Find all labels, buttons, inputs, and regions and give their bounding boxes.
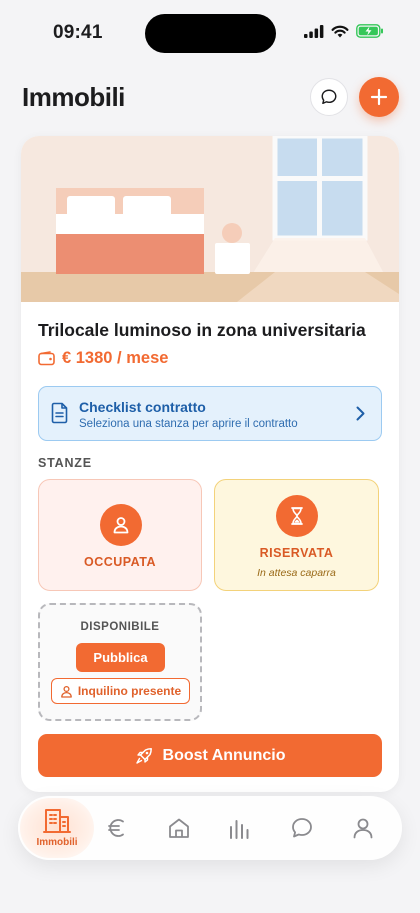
listing-title: Trilocale luminoso in zona universitaria	[38, 320, 366, 340]
tab-finance[interactable]	[96, 796, 138, 860]
tenant-present-button[interactable]: Inquilino presente	[51, 678, 190, 704]
publish-button[interactable]: Pubblica	[76, 643, 165, 672]
tenant-present-label: Inquilino presente	[77, 684, 182, 698]
wifi-icon	[331, 25, 349, 37]
room-card-occupied[interactable]: OCCUPATA	[38, 479, 202, 591]
dynamic-island	[145, 14, 276, 53]
room-card-available[interactable]: DISPONIBILE Pubblica Inquilino presente	[38, 603, 202, 721]
euro-icon	[108, 819, 124, 837]
status-bar: 09:41	[0, 0, 420, 66]
tab-bar: Immobili	[18, 796, 402, 860]
bar-chart-icon	[230, 820, 249, 839]
document-icon	[51, 402, 68, 424]
status-icons	[304, 24, 384, 38]
tab-immobili[interactable]: Immobili	[20, 796, 94, 860]
rooms-heading: STANZE	[38, 456, 92, 470]
signal-icon	[304, 24, 324, 38]
room-card-reserved[interactable]: RISERVATA In attesa caparra	[214, 479, 379, 591]
person-outline-icon	[60, 685, 72, 698]
tab-immobili-label: Immobili	[36, 837, 78, 848]
checklist-title: Checklist contratto	[79, 399, 206, 415]
rocket-icon	[135, 747, 152, 764]
chat-button[interactable]	[310, 78, 348, 116]
checklist-subtitle: Seleziona una stanza per aprire il contr…	[79, 418, 298, 430]
tab-profile[interactable]	[342, 796, 384, 860]
room-status-reserved: RISERVATA	[259, 546, 334, 560]
chat-bubble-icon	[321, 89, 337, 105]
chat-icon	[292, 818, 312, 838]
building-icon	[43, 809, 71, 833]
tab-home[interactable]	[158, 796, 200, 860]
wallet-icon	[38, 351, 55, 366]
price-row: € 1380 / mese	[38, 349, 168, 368]
room-status-occupied: OCCUPATA	[83, 555, 157, 569]
person-icon	[113, 517, 129, 534]
plus-icon	[370, 88, 388, 106]
tab-stats[interactable]	[219, 796, 261, 860]
room-status-available: DISPONIBILE	[80, 621, 160, 633]
tab-messages[interactable]	[281, 796, 323, 860]
property-card[interactable]: Trilocale luminoso in zona universitaria…	[21, 136, 399, 792]
boost-listing-button[interactable]: Boost Annuncio	[38, 734, 382, 777]
home-icon	[169, 818, 189, 838]
reserved-badge	[276, 495, 318, 537]
hourglass-icon	[291, 507, 303, 525]
add-property-button[interactable]	[359, 77, 399, 117]
room-reserved-note: In attesa caparra	[257, 567, 336, 579]
status-time: 09:41	[53, 22, 103, 43]
price-label: € 1380 / mese	[62, 349, 169, 367]
battery-charging-icon	[356, 24, 383, 38]
page-title: Immobili	[22, 82, 125, 112]
property-photo	[21, 136, 399, 302]
boost-label: Boost Annuncio	[162, 746, 286, 764]
chevron-right-icon	[356, 406, 365, 421]
occupied-badge	[100, 504, 142, 546]
user-icon	[353, 818, 373, 839]
checklist-contract-banner[interactable]: Checklist contratto Seleziona una stanza…	[38, 386, 382, 441]
